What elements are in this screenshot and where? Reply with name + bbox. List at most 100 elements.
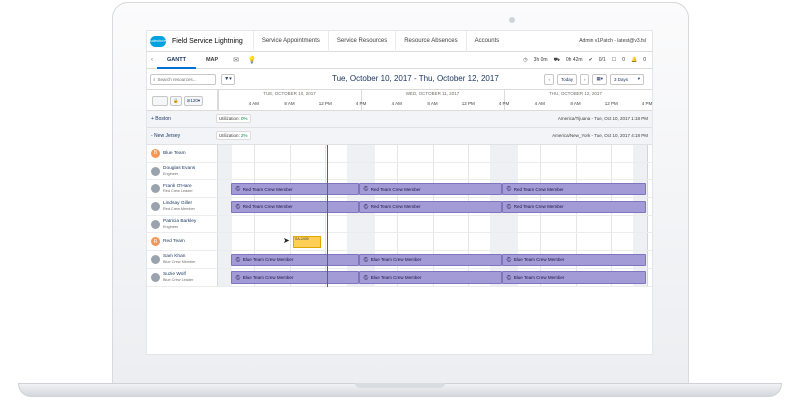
car-icon: ⛟ bbox=[553, 56, 560, 63]
blue-crew-block[interactable]: ⛑ Blue Team Crew Member bbox=[359, 271, 502, 284]
laptop-notch bbox=[355, 383, 445, 388]
resource-row-douglas-evans: Douglas Evans Engineer bbox=[147, 162, 652, 181]
red-crew-block[interactable]: ⛑ Red Team Crew Member bbox=[502, 182, 646, 196]
mail-icon[interactable]: ✉ bbox=[228, 56, 244, 64]
chevron-down-icon: ▾ bbox=[197, 97, 201, 103]
avatar bbox=[151, 184, 160, 194]
red-crew-block[interactable]: ⛑ Red Team Crew Member bbox=[231, 182, 359, 196]
search-placeholder: Search resources... bbox=[157, 76, 197, 82]
hour-label: 12 PM bbox=[604, 101, 618, 106]
view-range-select[interactable]: 3 Days ▾ bbox=[610, 73, 644, 85]
hour-label: 8 AM bbox=[570, 101, 581, 106]
lightbulb-icon[interactable]: 💡 bbox=[244, 56, 260, 64]
lock-button[interactable]: 🔒 bbox=[170, 95, 182, 106]
hour-label: 4 PM bbox=[498, 101, 510, 106]
salesforce-logo[interactable]: salesforce bbox=[150, 35, 166, 47]
resource-cell[interactable]: Sam Khan Blue Crew Member bbox=[147, 251, 218, 268]
gantt-header: 🔒 ⊘ 120 ▾ TUE, OCTOBER 10, 2017 WED, OCTO… bbox=[147, 90, 652, 111]
resource-cell[interactable]: Lindsay Giller Red Crew Member bbox=[147, 198, 218, 215]
red-crew-block[interactable]: ⛑ Red Team Crew Member bbox=[231, 200, 359, 214]
view-tabs: ‹ GANTT MAP ✉ 💡 ◷ 3h 0m ⛟ 0h 42m ✔ 0/1 ☐ 0 🔔… bbox=[147, 52, 652, 69]
search-icon: ⌕ bbox=[153, 76, 156, 82]
current-time-line bbox=[327, 145, 328, 287]
counters: ◷ 3h 0m ⛟ 0h 42m ✔ 0/1 ☐ 0 🔔 0 bbox=[523, 57, 652, 64]
blue-crew-block[interactable]: ⛑ Blue Team Crew Member bbox=[231, 271, 359, 284]
avatar bbox=[151, 201, 160, 211]
nav-tab-service-appointments[interactable]: Service Appointments bbox=[252, 31, 328, 52]
resource-cell[interactable]: B Blue Team bbox=[147, 145, 218, 162]
blue-crew-block[interactable]: ⛑ Blue Team Crew Member bbox=[502, 271, 646, 284]
today-button[interactable]: Today bbox=[556, 73, 577, 85]
resource-row-frank-ohare: Frank O'Hare Red Crew Leader ⛑ Red Team Cr… bbox=[147, 180, 652, 199]
group-name[interactable]: - New Jersey bbox=[151, 133, 180, 139]
time-counter-2: 0h 42m bbox=[565, 56, 583, 63]
resource-rows: B Blue Team Douglas Evans Engineer Frank … bbox=[147, 145, 652, 287]
blue-crew-block[interactable]: ⛑ Blue Team Crew Member bbox=[502, 253, 646, 267]
red-crew-block[interactable]: ⛑ Red Team Crew Member bbox=[359, 182, 502, 196]
utilization-badge: Utilization: 2% bbox=[216, 131, 251, 140]
day-divider bbox=[218, 90, 219, 111]
crew-icon: ⛑ bbox=[506, 274, 512, 280]
rule-icon: ☐ bbox=[611, 56, 617, 63]
group-boston[interactable]: + Boston Utilization: 0% America/Tijuana… bbox=[147, 111, 652, 128]
resource-cell[interactable]: R Red Team bbox=[147, 233, 218, 251]
hour-label: 8 AM bbox=[427, 101, 438, 106]
day-label: WED, OCTOBER 11, 2017 bbox=[405, 91, 460, 96]
block-label: Blue Team Crew Member bbox=[242, 275, 294, 281]
gantt-toolbar: ⌕ Search resources... ▼▾ Tue, October 10… bbox=[147, 69, 652, 90]
time-counter-1: 3h 0m bbox=[533, 56, 548, 63]
avatar bbox=[151, 272, 160, 282]
group-local-time: America/New_York - Tue, Oct 10, 2017 4:1… bbox=[552, 133, 648, 138]
bell-icon[interactable]: 🔔 bbox=[631, 57, 637, 64]
hour-label: 4 AM bbox=[534, 101, 545, 106]
zoom-select[interactable]: ⊘ 120 ▾ bbox=[183, 95, 204, 106]
blue-crew-block[interactable]: ⛑ Blue Team Crew Member bbox=[359, 253, 502, 267]
user-name[interactable]: Admin v1Patch - latest@v3.fsl bbox=[579, 38, 652, 44]
nav-tab-resource-absences[interactable]: Resource Absences bbox=[395, 31, 465, 52]
zoom-value: 120 bbox=[190, 98, 198, 103]
resource-row-blue-team: B Blue Team bbox=[147, 145, 652, 163]
resource-cell[interactable]: Douglas Evans Engineer bbox=[147, 162, 218, 180]
select-all-checkbox[interactable] bbox=[152, 95, 168, 106]
resource-name: Patricia Barkley bbox=[163, 219, 197, 225]
resource-role: Blue Crew Leader bbox=[163, 277, 194, 282]
hour-label: 12 PM bbox=[461, 101, 475, 106]
next-button[interactable]: › bbox=[579, 73, 590, 85]
resource-cell[interactable]: Patricia Barkley Engineer bbox=[147, 215, 218, 233]
resource-cell[interactable]: Suzie Wolf Blue Crew Leader bbox=[147, 268, 218, 286]
calendar-button[interactable]: ▦▾ bbox=[592, 73, 607, 85]
block-label: Red Team Crew Member bbox=[513, 204, 564, 210]
lock-icon: 🔒 bbox=[173, 97, 179, 103]
block-label: Blue Team Crew Member bbox=[513, 257, 565, 263]
group-name[interactable]: + Boston bbox=[151, 116, 171, 122]
crew-icon: ⛑ bbox=[506, 256, 512, 262]
previous-button[interactable]: ‹ bbox=[544, 73, 554, 85]
nav-tab-accounts[interactable]: Accounts bbox=[465, 31, 508, 52]
nav-tab-service-resources[interactable]: Service Resources bbox=[327, 31, 395, 52]
block-label: Red Team Crew Member bbox=[242, 186, 293, 192]
tab-map[interactable]: MAP bbox=[196, 52, 228, 69]
search-input[interactable]: ⌕ Search resources... bbox=[150, 73, 216, 85]
filter-button[interactable]: ▼▾ bbox=[221, 73, 235, 85]
resource-cell[interactable]: Frank O'Hare Red Crew Leader bbox=[147, 180, 218, 198]
collapse-panel-icon[interactable]: ‹ bbox=[147, 57, 157, 63]
utilization-label: Utilization: bbox=[219, 116, 240, 121]
red-crew-block[interactable]: ⛑ Red Team Crew Member bbox=[502, 200, 646, 214]
tab-gantt[interactable]: GANTT bbox=[157, 52, 196, 69]
app-name: Field Service Lightning bbox=[172, 37, 243, 45]
red-crew-block[interactable]: ⛑ Red Team Crew Member bbox=[359, 200, 502, 214]
utilization-badge: Utilization: 0% bbox=[216, 114, 251, 123]
resource-name: Red Team bbox=[163, 239, 185, 245]
resource-row-suzie-wolf: Suzie Wolf Blue Crew Leader ⛑ Blue Team Cr… bbox=[147, 268, 652, 287]
resource-row-lindsay-giller: Lindsay Giller Red Crew Member ⛑ Red Team … bbox=[147, 198, 652, 216]
group-local-time: America/Tijuana - Tue, Oct 10, 2017 1:18… bbox=[557, 116, 648, 121]
utilization-value: 0% bbox=[241, 116, 248, 121]
chevron-down-icon: ▾ bbox=[637, 76, 640, 81]
service-appointment-tile[interactable]: SA-2409 bbox=[293, 236, 321, 249]
crew-icon: ⛑ bbox=[235, 274, 241, 280]
block-label: Blue Team Crew Member bbox=[370, 257, 422, 263]
crew-icon: ⛑ bbox=[363, 256, 369, 262]
group-new-jersey[interactable]: - New Jersey Utilization: 2% America/New… bbox=[147, 128, 652, 145]
blue-crew-block[interactable]: ⛑ Blue Team Crew Member bbox=[231, 253, 359, 267]
hour-label: 4 AM bbox=[391, 101, 402, 106]
